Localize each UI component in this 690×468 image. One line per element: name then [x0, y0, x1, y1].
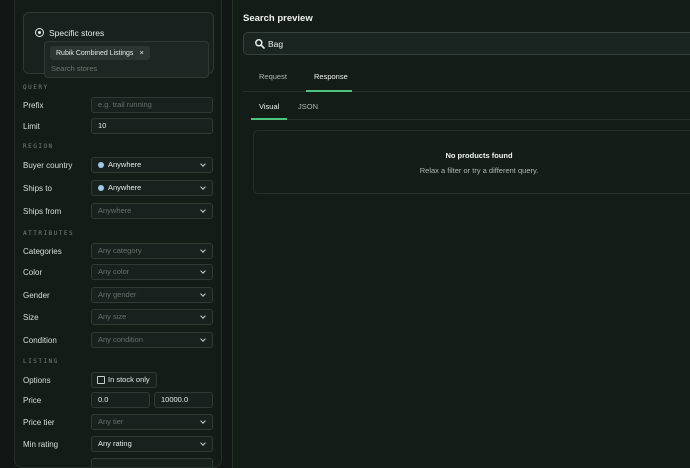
price-label: Price — [23, 396, 42, 405]
gender-label: Gender — [23, 291, 50, 300]
condition-select[interactable]: Any condition — [91, 332, 213, 348]
size-select[interactable]: Any size — [91, 309, 213, 325]
price-tier-select[interactable]: Any tier — [91, 414, 213, 430]
subtab-visual[interactable]: Visual — [251, 98, 287, 120]
color-select[interactable]: Any color — [91, 264, 213, 280]
store-multiselect[interactable]: Rubik Combined Listings × Search stores — [44, 41, 209, 78]
ships-to-value: Anywhere — [108, 183, 142, 192]
in-stock-label: In stock only — [108, 375, 150, 384]
tab-response[interactable]: Response — [306, 68, 352, 92]
store-search-input[interactable]: Search stores — [51, 64, 97, 73]
section-heading-region: REGION — [23, 143, 54, 150]
store-chip-label: Rubik Combined Listings — [56, 50, 134, 57]
in-stock-toggle[interactable]: In stock only — [91, 372, 157, 388]
empty-state-subtitle: Relax a filter or try a different query. — [419, 166, 539, 175]
buyer-country-label: Buyer country — [23, 161, 73, 170]
categories-select[interactable]: Any category — [91, 243, 213, 259]
response-subtabs: Visual JSON — [251, 98, 690, 120]
search-preview-title: Search preview — [243, 13, 313, 24]
buyer-country-value: Anywhere — [108, 160, 142, 169]
close-icon[interactable]: × — [139, 48, 143, 57]
price-tier-label: Price tier — [23, 418, 55, 427]
buyer-country-select[interactable]: Anywhere — [91, 157, 213, 173]
subtab-json[interactable]: JSON — [298, 98, 328, 120]
search-icon — [255, 39, 265, 49]
checkbox-icon[interactable] — [97, 376, 105, 384]
preview-tabs: Request Response — [243, 68, 690, 92]
categories-label: Categories — [23, 247, 62, 256]
size-label: Size — [23, 313, 39, 322]
store-chip: Rubik Combined Listings × — [50, 46, 150, 60]
ships-from-select[interactable]: Anywhere — [91, 203, 213, 219]
ships-to-label: Ships to — [23, 184, 52, 193]
search-input[interactable]: Bag — [243, 32, 690, 55]
price-min-input[interactable]: 0.0 — [91, 392, 150, 408]
section-heading-listing: LISTING — [23, 358, 59, 365]
ships-from-label: Ships from — [23, 207, 62, 216]
filters-panel: Specific stores Rubik Combined Listings ×… — [14, 0, 222, 468]
min-rating-select[interactable]: Any rating — [91, 436, 213, 452]
search-value: Bag — [268, 39, 284, 49]
options-label: Options — [23, 376, 51, 385]
section-heading-query: QUERY — [23, 84, 49, 91]
limit-input[interactable]: 10 — [91, 118, 213, 134]
globe-icon — [98, 185, 104, 191]
search-preview-panel: Search preview Bag Request Response Visu… — [232, 0, 690, 468]
price-max-input[interactable]: 10000.0 — [154, 392, 213, 408]
gender-select[interactable]: Any gender — [91, 287, 213, 303]
prefix-label: Prefix — [23, 101, 44, 110]
empty-state-title: No products found — [445, 151, 513, 160]
section-heading-attributes: ATTRIBUTES — [23, 230, 75, 237]
next-filter-field[interactable] — [91, 458, 213, 467]
ships-to-select[interactable]: Anywhere — [91, 180, 213, 196]
prefix-input[interactable]: e.g. trail running — [91, 97, 213, 113]
min-rating-label: Min rating — [23, 440, 59, 449]
color-label: Color — [23, 268, 43, 277]
condition-label: Condition — [23, 336, 57, 345]
globe-icon — [98, 162, 104, 168]
empty-state: No products found Relax a filter or try … — [253, 130, 690, 194]
specific-stores-label[interactable]: Specific stores — [49, 28, 104, 38]
tab-request[interactable]: Request — [259, 68, 293, 92]
store-scope-card: Specific stores Rubik Combined Listings ×… — [23, 12, 214, 78]
limit-label: Limit — [23, 122, 40, 131]
specific-stores-radio[interactable] — [35, 28, 44, 37]
